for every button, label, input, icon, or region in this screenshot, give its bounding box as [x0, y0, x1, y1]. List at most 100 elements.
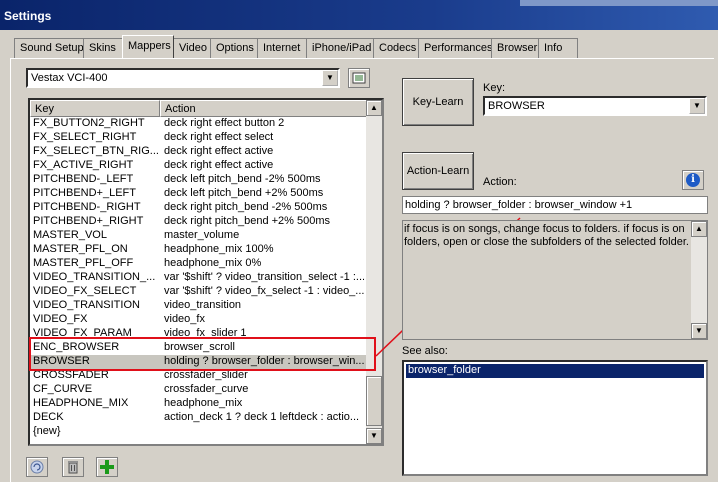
row-key: MASTER_PFL_ON — [33, 243, 128, 255]
title-bar-decoration — [520, 0, 718, 6]
row-key: FX_ACTIVE_RIGHT — [33, 159, 134, 171]
chevron-down-icon[interactable]: ▼ — [322, 70, 338, 86]
mapping-table[interactable]: Key Action FX_BUTTON2_RIGHTdeck right ef… — [28, 98, 384, 446]
key-select[interactable]: BROWSER ▼ — [483, 96, 707, 116]
column-header-action[interactable]: Action — [160, 100, 370, 117]
table-row[interactable]: FX_ACTIVE_RIGHT deck right effect active — [30, 159, 370, 173]
tab-sound-setup[interactable]: Sound Setup — [14, 38, 84, 58]
tab-performances[interactable]: Performances — [418, 38, 492, 58]
row-action: headphone_mix 100% — [164, 243, 274, 255]
row-action: deck right effect select — [164, 131, 274, 143]
mapper-select[interactable]: Vestax VCI-400 ▼ — [26, 68, 340, 88]
table-row[interactable]: ENC_BROWSER browser_scroll — [30, 341, 370, 355]
row-key: VIDEO_TRANSITION — [33, 299, 140, 311]
action-field[interactable]: holding ? browser_folder : browser_windo… — [402, 196, 708, 214]
action-learn-button[interactable]: Action-Learn — [402, 152, 474, 190]
table-row[interactable]: MASTER_PFL_ON headphone_mix 100% — [30, 243, 370, 257]
row-action: deck right pitch_bend -2% 500ms — [164, 201, 328, 213]
table-row[interactable]: {new} — [30, 425, 370, 439]
row-key: PITCHBEND+_RIGHT — [33, 215, 144, 227]
row-action: var '$shift' ? video_fx_select -1 : vide… — [164, 285, 364, 297]
tab-video[interactable]: Video — [173, 38, 211, 58]
tab-options[interactable]: Options — [210, 38, 258, 58]
table-row[interactable]: MASTER_VOL master_volume — [30, 229, 370, 243]
refresh-button[interactable] — [26, 457, 48, 477]
title-bar: Settings — [0, 0, 718, 30]
tab-codecs[interactable]: Codecs — [373, 38, 419, 58]
row-key: VIDEO_FX_PARAM — [33, 327, 132, 339]
mapper-select-value: Vestax VCI-400 — [31, 72, 108, 84]
table-row[interactable]: VIDEO_TRANSITION video_transition — [30, 299, 370, 313]
row-key: ENC_BROWSER — [33, 341, 120, 353]
tab-iphone-ipad[interactable]: iPhone/iPad — [306, 38, 374, 58]
row-key: VIDEO_TRANSITION_... — [33, 271, 156, 283]
tab-info[interactable]: Info — [538, 38, 578, 58]
table-row[interactable]: PITCHBEND-_LEFT deck left pitch_bend -2% … — [30, 173, 370, 187]
add-button[interactable] — [96, 457, 118, 477]
tab-internet[interactable]: Internet — [257, 38, 307, 58]
scroll-up-button[interactable]: ▲ — [691, 221, 707, 237]
table-row[interactable]: FX_SELECT_BTN_RIG... deck right effect ac… — [30, 145, 370, 159]
table-row[interactable]: VIDEO_FX video_fx — [30, 313, 370, 327]
key-learn-button[interactable]: Key-Learn — [402, 78, 474, 126]
row-key: BROWSER — [33, 355, 90, 367]
scroll-thumb[interactable] — [366, 376, 382, 426]
table-row[interactable]: MASTER_PFL_OFF headphone_mix 0% — [30, 257, 370, 271]
window-title: Settings — [4, 9, 52, 23]
refresh-icon — [30, 460, 44, 474]
table-row[interactable]: CROSSFADER crossfader_slider — [30, 369, 370, 383]
scroll-up-button[interactable]: ▲ — [366, 100, 382, 116]
list-icon — [352, 72, 366, 84]
scroll-down-button[interactable]: ▼ — [366, 428, 382, 444]
table-row[interactable]: FX_BUTTON2_RIGHT deck right effect button… — [30, 117, 370, 131]
row-action: video_fx — [164, 313, 205, 325]
table-row[interactable]: BROWSER holding ? browser_folder : browse… — [30, 355, 370, 369]
action-label: Action: — [483, 176, 517, 188]
tab-skins[interactable]: Skins — [83, 38, 123, 58]
table-row[interactable]: HEADPHONE_MIX headphone_mix — [30, 397, 370, 411]
table-row[interactable]: VIDEO_TRANSITION_... var '$shift' ? video… — [30, 271, 370, 285]
table-row[interactable]: PITCHBEND+_LEFT deck left pitch_bend +2% … — [30, 187, 370, 201]
table-row[interactable]: PITCHBEND+_RIGHT deck right pitch_bend +2… — [30, 215, 370, 229]
list-toggle-button[interactable] — [348, 68, 370, 88]
table-row[interactable]: PITCHBEND-_RIGHT deck right pitch_bend -2… — [30, 201, 370, 215]
description-scrollbar[interactable]: ▲ ▼ — [691, 221, 707, 339]
info-button[interactable]: i — [682, 170, 704, 190]
chevron-down-icon[interactable]: ▼ — [689, 98, 705, 114]
column-header-key[interactable]: Key — [30, 100, 160, 117]
row-action: master_volume — [164, 229, 240, 241]
table-row[interactable]: VIDEO_FX_PARAM video_fx_slider 1 — [30, 327, 370, 341]
row-key: PITCHBEND-_RIGHT — [33, 201, 141, 213]
row-key: FX_SELECT_BTN_RIG... — [33, 145, 159, 157]
see-also-label: See also: — [402, 345, 448, 357]
row-action: holding ? browser_folder : browser_win..… — [164, 355, 364, 367]
table-row[interactable]: DECK action_deck 1 ? deck 1 leftdeck : ac… — [30, 411, 370, 425]
plus-icon — [100, 460, 114, 474]
row-action: deck right effect button 2 — [164, 117, 285, 129]
row-action: video_fx_slider 1 — [164, 327, 247, 339]
row-action: browser_scroll — [164, 341, 235, 353]
table-scrollbar[interactable]: ▲ ▼ — [366, 100, 382, 444]
see-also-item[interactable]: browser_folder — [406, 364, 704, 378]
row-action: crossfader_curve — [164, 383, 249, 395]
row-key: DECK — [33, 411, 64, 423]
row-key: HEADPHONE_MIX — [33, 397, 129, 409]
action-description: if focus is on songs, change focus to fo… — [402, 220, 708, 340]
row-key: FX_BUTTON2_RIGHT — [33, 117, 145, 129]
tab-browser[interactable]: Browser — [491, 38, 539, 58]
row-action: action_deck 1 ? deck 1 leftdeck : actio.… — [164, 411, 360, 423]
row-action: deck left pitch_bend -2% 500ms — [164, 173, 321, 185]
scroll-down-button[interactable]: ▼ — [691, 323, 707, 339]
row-key: PITCHBEND+_LEFT — [33, 187, 136, 199]
delete-button[interactable] — [62, 457, 84, 477]
see-also-list[interactable]: browser_folder — [402, 360, 708, 476]
row-key: MASTER_VOL — [33, 229, 107, 241]
table-row[interactable]: CF_CURVE crossfader_curve — [30, 383, 370, 397]
table-row[interactable]: FX_SELECT_RIGHT deck right effect select — [30, 131, 370, 145]
row-key: VIDEO_FX — [33, 313, 88, 325]
row-action: deck right effect active — [164, 159, 274, 171]
table-row[interactable]: VIDEO_FX_SELECT var '$shift' ? video_fx_s… — [30, 285, 370, 299]
row-key: CROSSFADER — [33, 369, 109, 381]
tab-mappers[interactable]: Mappers — [122, 35, 174, 58]
trash-icon — [68, 461, 78, 474]
